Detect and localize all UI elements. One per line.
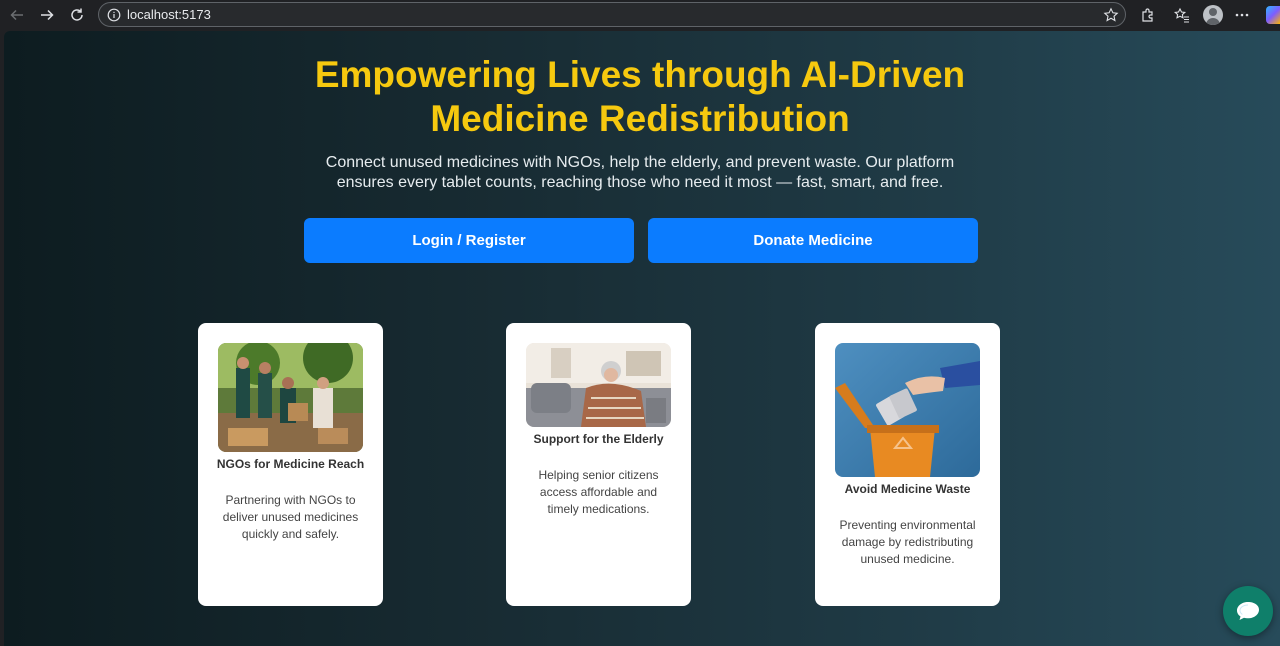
card-description: Helping senior citizens access affordabl… [538,468,659,516]
donate-medicine-button[interactable]: Donate Medicine [648,218,978,263]
medicine-bin-image [835,343,980,477]
card-title: Avoid Medicine Waste [844,482,971,496]
feature-card-waste: Avoid Medicine Waste Preventing environm… [815,323,1000,606]
extensions-icon[interactable] [1139,6,1157,24]
profile-avatar[interactable] [1203,5,1223,25]
hero-subtitle-line-2: ensures every tablet counts, reaching th… [336,174,944,191]
hero-title-line-1: Empowering Lives through AI-Driven [314,54,966,95]
ngo-volunteers-image [218,343,363,452]
hero-subtitle: Connect unused medicines with NGOs, help… [4,153,1276,193]
card-title: Support for the Elderly [533,432,664,446]
chat-bubble-icon [1237,602,1259,620]
copilot-icon[interactable] [1266,6,1280,24]
back-icon[interactable] [6,4,28,26]
reload-icon[interactable] [66,4,88,26]
landing-page: Empowering Lives through AI-Driven Medic… [4,31,1280,646]
hero-title: Empowering Lives through AI-Driven Medic… [4,53,1276,141]
favorite-star-icon[interactable] [1103,7,1119,23]
feature-card-elderly: Support for the Elderly Helping senior c… [506,323,691,606]
chat-button[interactable] [1223,586,1273,636]
site-info-icon[interactable] [107,8,121,22]
url-text[interactable]: localhost:5173 [127,7,211,22]
address-bar[interactable]: localhost:5173 [98,2,1126,27]
forward-icon[interactable] [36,4,58,26]
more-options-icon[interactable] [1233,6,1251,24]
card-description: Preventing environmental damage by redis… [839,518,976,566]
favorites-icon[interactable] [1173,6,1191,24]
card-title: NGOs for Medicine Reach [216,457,365,471]
hero-subtitle-line-1: Connect unused medicines with NGOs, help… [325,154,955,171]
browser-toolbar: localhost:5173 [0,0,1280,30]
login-register-button[interactable]: Login / Register [304,218,634,263]
hero-title-line-2: Medicine Redistribution [430,98,850,139]
feature-card-ngos: NGOs for Medicine Reach Partnering with … [198,323,383,606]
elderly-woman-image [526,343,671,427]
card-description: Partnering with NGOs to deliver unused m… [222,493,359,541]
